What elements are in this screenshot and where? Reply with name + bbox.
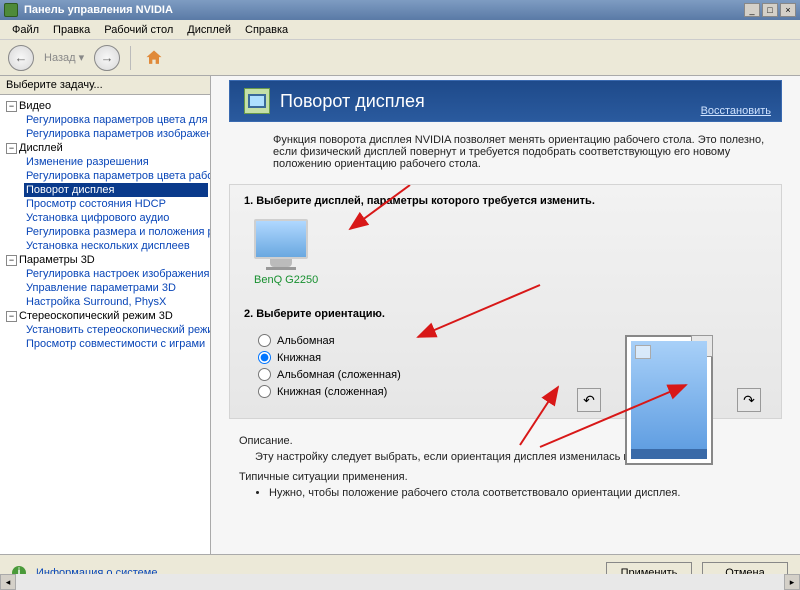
tree-item[interactable]: Установка цифрового аудио xyxy=(24,211,208,225)
tree-hscrollbar[interactable]: ◂ ▸ xyxy=(0,574,800,590)
home-icon xyxy=(144,48,164,68)
back-label: Назад ▾ xyxy=(44,51,84,64)
menu-desktop[interactable]: Рабочий стол xyxy=(98,22,179,38)
home-button[interactable] xyxy=(141,45,167,71)
typical-block: Типичные ситуации применения. Нужно, что… xyxy=(239,471,772,499)
content-pane: Поворот дисплея Восстановить Функция пов… xyxy=(211,76,800,554)
tree-toggle-display[interactable]: − xyxy=(6,143,17,154)
rotate-ccw-button[interactable]: ↶ xyxy=(577,388,601,412)
close-button[interactable]: × xyxy=(780,3,796,17)
tree-item[interactable]: Установка нескольких дисплеев xyxy=(24,239,208,253)
typical-label: Типичные ситуации применения. xyxy=(239,471,772,483)
toolbar-divider xyxy=(130,46,131,70)
tree-cat-video: Видео xyxy=(19,100,51,112)
tree-cat-3d: Параметры 3D xyxy=(19,254,95,266)
rotate-cw-button[interactable]: ↷ xyxy=(737,388,761,412)
display-thumbnail[interactable]: BenQ G2250 xyxy=(254,219,308,286)
page-description: Функция поворота дисплея NVIDIA позволяе… xyxy=(273,134,774,170)
scroll-right-icon[interactable]: ▸ xyxy=(784,574,800,590)
rotate-display-icon xyxy=(244,88,270,114)
tree-item[interactable]: Настройка Surround, PhysX xyxy=(24,295,208,309)
display-preview: ↺ xyxy=(625,335,713,465)
tree-toggle-stereo[interactable]: − xyxy=(6,311,17,322)
page-banner: Поворот дисплея Восстановить xyxy=(229,80,782,122)
window-title: Панель управления NVIDIA xyxy=(24,4,738,16)
restore-defaults-link[interactable]: Восстановить xyxy=(701,105,771,117)
tree-item[interactable]: Регулировка параметров цвета для вид xyxy=(24,113,208,127)
tree-toggle-3d[interactable]: − xyxy=(6,255,17,266)
toolbar: ← Назад ▾ → xyxy=(0,40,800,76)
back-button[interactable]: ← xyxy=(8,45,34,71)
tree-item[interactable]: Управление параметрами 3D xyxy=(24,281,208,295)
typical-item: Нужно, чтобы положение рабочего стола со… xyxy=(269,487,772,499)
tree-item[interactable]: Регулировка настроек изображения с пр xyxy=(24,267,208,281)
page-title: Поворот дисплея xyxy=(280,91,425,112)
tree-item[interactable]: Регулировка размера и положения рабо xyxy=(24,225,208,239)
section1-title: 1. Выберите дисплей, параметры которого … xyxy=(244,195,767,207)
menubar: Файл Правка Рабочий стол Дисплей Справка xyxy=(0,20,800,40)
tree-heading: Выберите задачу... xyxy=(0,76,210,95)
tree-item-rotate-display[interactable]: Поворот дисплея xyxy=(24,183,208,197)
tree-item[interactable]: Регулировка параметров изображения д xyxy=(24,127,208,141)
preview-area: ↶ ↺ ↷ xyxy=(577,335,761,465)
menu-edit[interactable]: Правка xyxy=(47,22,96,38)
preview-taskbar xyxy=(631,449,707,459)
tree-item[interactable]: Регулировка параметров цвета рабочег xyxy=(24,169,208,183)
settings-group: 1. Выберите дисплей, параметры которого … xyxy=(229,184,782,419)
minimize-button[interactable]: _ xyxy=(744,3,760,17)
maximize-button[interactable]: □ xyxy=(762,3,778,17)
scroll-left-icon[interactable]: ◂ xyxy=(0,574,16,590)
nvidia-icon xyxy=(4,3,18,17)
tree-item[interactable]: Просмотр состояния HDCP xyxy=(24,197,208,211)
tree-cat-display: Дисплей xyxy=(19,142,63,154)
tree-item[interactable]: Просмотр совместимости с играми xyxy=(24,337,208,351)
tree-toggle-video[interactable]: − xyxy=(6,101,17,112)
display-label: BenQ G2250 xyxy=(254,274,308,286)
preview-window-icon xyxy=(635,345,651,359)
forward-button[interactable]: → xyxy=(94,45,120,71)
section2-title: 2. Выберите ориентацию. xyxy=(244,308,767,320)
tree-item[interactable]: Изменение разрешения xyxy=(24,155,208,169)
tree-item[interactable]: Установить стереоскопический режим 3 xyxy=(24,323,208,337)
titlebar: Панель управления NVIDIA _ □ × xyxy=(0,0,800,20)
menu-help[interactable]: Справка xyxy=(239,22,294,38)
menu-display[interactable]: Дисплей xyxy=(181,22,237,38)
tree-cat-stereo: Стереоскопический режим 3D xyxy=(19,310,173,322)
menu-file[interactable]: Файл xyxy=(6,22,45,38)
task-tree-panel: Выберите задачу... −Видео Регулировка па… xyxy=(0,76,211,554)
task-tree[interactable]: −Видео Регулировка параметров цвета для … xyxy=(0,95,210,554)
